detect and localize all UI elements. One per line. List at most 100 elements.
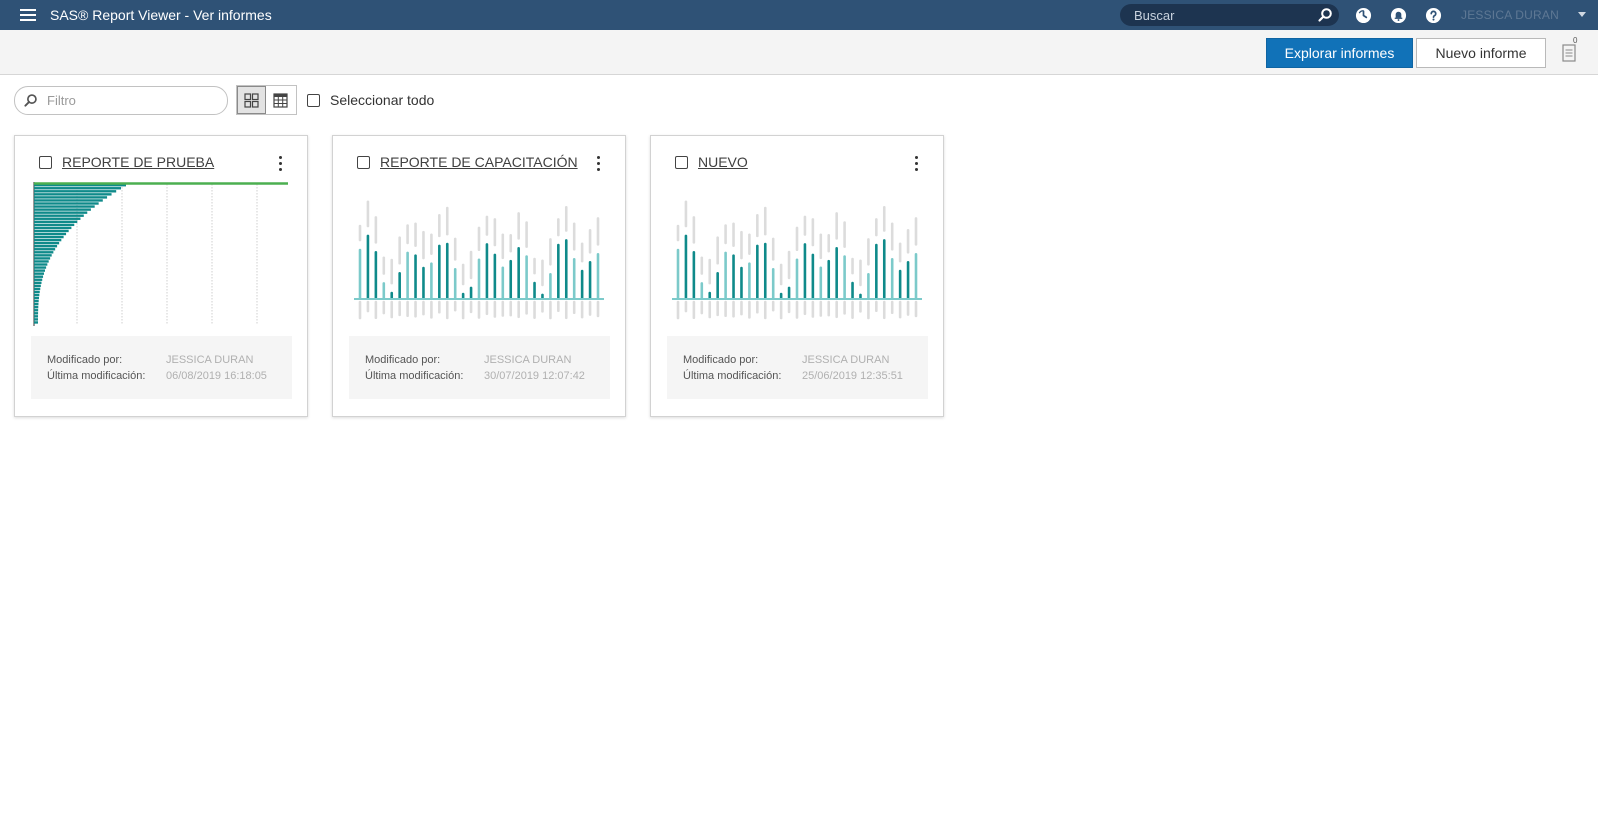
thumb-bar	[34, 241, 60, 245]
thumb-bar	[34, 278, 43, 281]
search-icon	[24, 94, 37, 107]
view-toggle	[236, 85, 297, 115]
thumb-bar	[34, 275, 44, 278]
notes-icon[interactable]	[1562, 44, 1576, 62]
thumb-bar	[34, 315, 39, 318]
last-modified-label: Última modificación:	[365, 370, 464, 382]
thumb-bar	[34, 287, 41, 291]
last-modified-value: 30/07/2019 12:07:42	[484, 370, 585, 382]
thumb-bar	[34, 290, 40, 294]
modified-by-value: JESSICA DURAN	[166, 354, 254, 366]
modified-by-value: JESSICA DURAN	[484, 354, 572, 366]
thumb-bar	[34, 293, 40, 297]
thumb-bar	[34, 269, 46, 272]
thumb-bar	[34, 284, 41, 288]
thumb-bar	[34, 232, 67, 236]
table-icon	[273, 92, 288, 108]
select-all-label: Seleccionar todo	[330, 92, 435, 108]
help-icon[interactable]	[1425, 7, 1442, 24]
filter-input[interactable]	[47, 91, 207, 109]
thumb-bar	[34, 199, 103, 202]
thumb-bar	[34, 229, 69, 233]
select-all-checkbox[interactable]	[307, 93, 320, 107]
grid-icon	[244, 92, 259, 108]
thumb-bar	[34, 226, 72, 230]
thumb-bar	[34, 235, 64, 239]
thumb-bar	[34, 260, 49, 263]
bar-chart-thumbnail	[33, 182, 288, 326]
grid-view-button[interactable]	[237, 86, 266, 114]
more-options-icon[interactable]	[595, 154, 603, 174]
user-menu[interactable]: JESSICA DURAN	[1461, 8, 1559, 22]
thumb-bar	[34, 211, 88, 214]
thumb-bar	[34, 321, 38, 324]
table-view-button[interactable]	[266, 86, 295, 114]
thumb-bar	[34, 205, 95, 208]
thumb-bar	[34, 296, 39, 300]
report-card[interactable]: NUEVO Modificado por: JESSICA DURAN Últi…	[650, 135, 944, 417]
modified-by-label: Modificado por:	[365, 354, 441, 366]
thumb-bar	[34, 302, 39, 306]
thumb-bar	[34, 208, 91, 211]
thumb-bar	[34, 251, 54, 254]
thumb-bar	[34, 266, 47, 269]
last-modified-value: 06/08/2019 16:18:05	[166, 370, 267, 382]
thumb-bar	[34, 254, 52, 257]
thumb-bar	[34, 257, 51, 260]
search-input[interactable]	[1134, 4, 1304, 26]
thumb-bar	[34, 318, 39, 321]
thumb-bar	[34, 223, 75, 227]
report-title-link[interactable]: REPORTE DE PRUEBA	[62, 154, 214, 170]
card-checkbox[interactable]	[39, 155, 52, 169]
card-checkbox[interactable]	[357, 155, 370, 169]
card-checkbox[interactable]	[675, 155, 688, 169]
placeholder-thumbnail	[354, 200, 604, 320]
thumb-bar	[34, 272, 44, 275]
last-modified-label: Última modificación:	[47, 370, 146, 382]
app-header: SAS® Report Viewer - Ver informes JESSIC…	[0, 0, 1598, 30]
last-modified-label: Última modificación:	[683, 370, 782, 382]
notes-count-badge: 0	[1573, 36, 1578, 45]
more-options-icon[interactable]	[277, 154, 285, 174]
thumb-bar	[34, 217, 81, 220]
thumb-bar	[34, 202, 99, 205]
report-title-link[interactable]: REPORTE DE CAPACITACIÓN	[380, 154, 578, 170]
thumb-bar	[34, 281, 42, 284]
modified-by-label: Modificado por:	[47, 354, 123, 366]
app-title: SAS® Report Viewer - Ver informes	[50, 7, 272, 23]
search-box	[1120, 4, 1339, 26]
select-all[interactable]: Seleccionar todo	[307, 92, 434, 108]
toolbar: Explorar informes Nuevo informe 0	[0, 30, 1598, 75]
report-card[interactable]: REPORTE DE CAPACITACIÓN Modificado por: …	[332, 135, 626, 417]
thumb-bar	[34, 312, 39, 315]
search-icon[interactable]	[1317, 7, 1333, 23]
report-metadata: Modificado por: JESSICA DURAN Última mod…	[349, 336, 610, 399]
new-report-button[interactable]: Nuevo informe	[1416, 38, 1546, 68]
thumb-bar	[34, 196, 108, 199]
chevron-down-icon[interactable]	[1578, 12, 1586, 17]
thumb-bar	[34, 263, 48, 266]
explore-reports-button[interactable]: Explorar informes	[1266, 38, 1413, 68]
modified-by-label: Modificado por:	[683, 354, 759, 366]
menu-icon[interactable]	[16, 6, 40, 24]
thumb-bar	[34, 248, 56, 251]
placeholder-thumbnail	[672, 200, 922, 320]
report-card[interactable]: REPORTE DE PRUEBA Modificado por: JESSIC…	[14, 135, 308, 417]
filter-box	[14, 86, 228, 115]
thumb-bar	[34, 214, 84, 217]
more-options-icon[interactable]	[913, 154, 921, 174]
thumb-bar	[34, 238, 62, 242]
thumb-bar	[34, 299, 39, 303]
report-metadata: Modificado por: JESSICA DURAN Última mod…	[31, 336, 292, 399]
thumb-bar	[34, 187, 122, 190]
report-title-link[interactable]: NUEVO	[698, 154, 748, 170]
thumb-bar	[34, 220, 78, 223]
report-metadata: Modificado por: JESSICA DURAN Última mod…	[667, 336, 928, 399]
thumb-bar	[34, 306, 39, 309]
thumb-bar	[34, 309, 39, 312]
modified-by-value: JESSICA DURAN	[802, 354, 890, 366]
last-modified-value: 25/06/2019 12:35:51	[802, 370, 903, 382]
notifications-icon[interactable]	[1390, 7, 1407, 24]
history-icon[interactable]	[1355, 7, 1372, 24]
thumb-bar	[34, 193, 112, 196]
